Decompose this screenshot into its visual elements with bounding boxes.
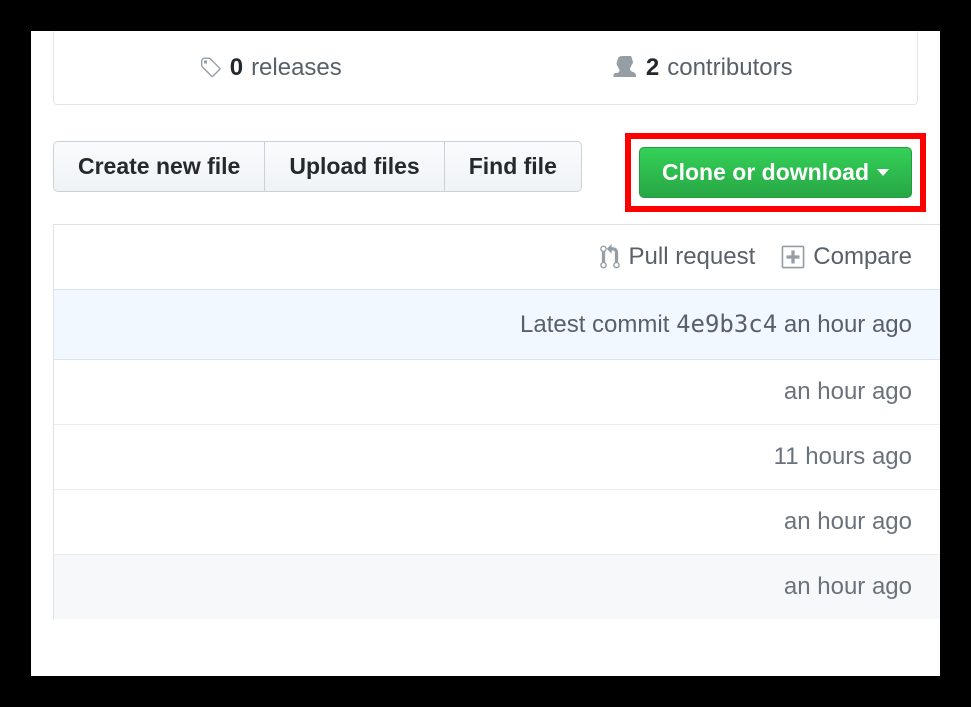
file-row[interactable]: an hour ago (54, 490, 940, 555)
diff-icon (781, 244, 805, 270)
file-time: 11 hours ago (774, 443, 912, 470)
releases-count: 0 (230, 54, 243, 82)
clone-download-button[interactable]: Clone or download (639, 147, 912, 198)
latest-commit-prefix: Latest commit (520, 311, 669, 338)
contributors-count: 2 (646, 54, 659, 82)
file-time: an hour ago (784, 573, 912, 600)
commit-time: an hour ago (784, 311, 912, 338)
file-list-header: Pull request Compare (54, 225, 940, 289)
file-action-group: Create new file Upload files Find file (53, 141, 582, 192)
tag-icon (198, 56, 222, 80)
pull-request-icon (599, 244, 621, 270)
releases-stat[interactable]: 0 releases (54, 31, 486, 104)
clone-download-label: Clone or download (662, 161, 869, 184)
file-row[interactable]: an hour ago (54, 555, 940, 619)
commit-sha[interactable]: 4e9b3c4 (676, 310, 777, 338)
file-row[interactable]: 11 hours ago (54, 425, 940, 490)
find-file-button[interactable]: Find file (444, 141, 582, 192)
app-frame: 0 releases 2 contributors Create new fil… (31, 31, 940, 676)
file-row[interactable]: an hour ago (54, 360, 940, 425)
pull-request-link[interactable]: Pull request (599, 243, 756, 271)
file-toolbar: Create new file Upload files Find file C… (53, 141, 918, 192)
people-icon (610, 56, 638, 80)
compare-link[interactable]: Compare (781, 243, 912, 271)
create-new-file-button[interactable]: Create new file (53, 141, 265, 192)
highlight-annotation: Clone or download (625, 133, 926, 212)
pull-request-label: Pull request (629, 243, 756, 271)
file-list: Pull request Compare Latest commit 4e9b3… (53, 224, 940, 619)
releases-label: releases (251, 54, 342, 82)
caret-down-icon (877, 169, 889, 176)
compare-label: Compare (813, 243, 912, 271)
upload-files-button[interactable]: Upload files (265, 141, 443, 192)
file-time: an hour ago (784, 378, 912, 405)
file-time: an hour ago (784, 508, 912, 535)
contributors-label: contributors (667, 54, 792, 82)
contributors-stat[interactable]: 2 contributors (486, 31, 918, 104)
latest-commit-bar: Latest commit 4e9b3c4 an hour ago (54, 289, 940, 360)
repo-stats-bar: 0 releases 2 contributors (53, 31, 918, 105)
